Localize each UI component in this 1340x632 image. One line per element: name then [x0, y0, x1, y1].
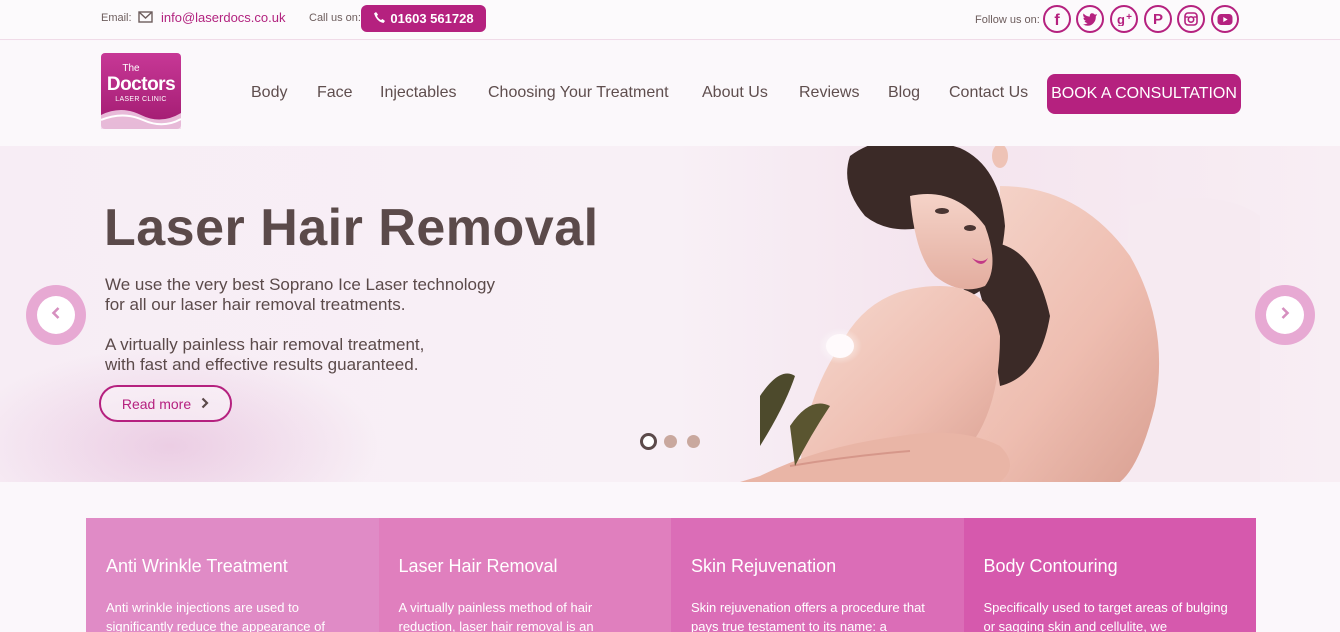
svg-text:g: g — [1117, 12, 1125, 26]
facebook-icon[interactable]: f — [1043, 5, 1071, 33]
phone-button[interactable]: 01603 561728 — [361, 5, 486, 32]
svg-text:+: + — [1126, 12, 1132, 23]
nav-about-us[interactable]: About Us — [702, 84, 768, 102]
chevron-right-icon — [201, 396, 209, 412]
chevron-left-icon — [51, 306, 61, 325]
service-card-body-contouring[interactable]: Body Contouring Specifically used to tar… — [963, 518, 1256, 632]
phone-number: 01603 561728 — [390, 11, 474, 26]
phone-icon — [373, 11, 386, 27]
card-text: A virtually painless method of hair redu… — [398, 600, 594, 632]
twitter-icon[interactable] — [1076, 5, 1104, 33]
slider-dot-1[interactable] — [640, 433, 657, 450]
slider-dot-3[interactable] — [687, 435, 700, 448]
book-consultation-button[interactable]: BOOK A CONSULTATION — [1047, 74, 1241, 114]
card-text: Anti wrinkle injections are used to sign… — [106, 600, 325, 632]
logo-line-1: The — [122, 63, 140, 74]
clinic-logo[interactable]: The Doctors LASER CLINIC — [100, 53, 182, 131]
mail-icon — [138, 10, 153, 28]
slider-dot-2[interactable] — [664, 435, 677, 448]
hero-title: Laser Hair Removal — [104, 199, 599, 257]
svg-text:f: f — [1054, 12, 1060, 27]
service-cards: Anti Wrinkle Treatment Anti wrinkle inje… — [86, 518, 1256, 632]
hero-photo — [740, 146, 1260, 482]
youtube-icon[interactable] — [1211, 5, 1239, 33]
pinterest-icon[interactable]: P — [1144, 5, 1172, 33]
email-link[interactable]: info@laserdocs.co.uk — [161, 10, 285, 25]
site-header: The Doctors LASER CLINIC Body Face Injec… — [0, 41, 1340, 146]
nav-body[interactable]: Body — [251, 84, 287, 102]
card-title: Anti Wrinkle Treatment — [106, 556, 288, 576]
chevron-right-icon — [1280, 306, 1290, 325]
follow-label: Follow us on: — [975, 14, 1040, 26]
service-card-laser-hair-removal[interactable]: Laser Hair Removal A virtually painless … — [378, 518, 671, 632]
card-text: Specifically used to target areas of bul… — [983, 600, 1228, 632]
card-title: Laser Hair Removal — [398, 556, 558, 576]
read-more-label: Read more — [121, 395, 192, 412]
instagram-icon[interactable] — [1177, 5, 1205, 33]
hero-slider: Laser Hair Removal We use the very best … — [0, 146, 1340, 482]
nav-contact-us[interactable]: Contact Us — [949, 84, 1028, 102]
card-title: Skin Rejuvenation — [691, 556, 837, 576]
card-title: Body Contouring — [983, 556, 1118, 576]
hero-text-line-4: with fast and effective results guarante… — [105, 355, 419, 374]
nav-choosing-treatment[interactable]: Choosing Your Treatment — [488, 84, 669, 102]
slider-prev-button[interactable] — [26, 285, 86, 345]
hero-text-line-2: for all our laser hair removal treatment… — [105, 295, 406, 314]
service-card-anti-wrinkle[interactable]: Anti Wrinkle Treatment Anti wrinkle inje… — [86, 518, 379, 632]
hero-text-line-3: A virtually painless hair removal treatm… — [105, 335, 425, 354]
nav-face[interactable]: Face — [317, 84, 353, 102]
read-more-button[interactable]: Read more — [99, 385, 232, 422]
hero-text-line-1: We use the very best Soprano Ice Laser t… — [105, 275, 495, 294]
top-bar: Email: info@laserdocs.co.uk Call us on: … — [0, 0, 1340, 40]
nav-blog[interactable]: Blog — [888, 84, 920, 102]
nav-injectables[interactable]: Injectables — [380, 84, 457, 102]
card-text: Skin rejuvenation offers a procedure tha… — [691, 600, 925, 632]
logo-line-2: Doctors — [106, 74, 176, 95]
svg-text:P: P — [1153, 11, 1163, 27]
call-label: Call us on: — [309, 12, 361, 24]
slider-next-button[interactable] — [1255, 285, 1315, 345]
service-card-skin-rejuvenation[interactable]: Skin Rejuvenation Skin rejuvenation offe… — [671, 518, 964, 632]
logo-line-3: LASER CLINIC — [115, 96, 167, 103]
email-label: Email: — [101, 12, 132, 24]
google-plus-icon[interactable]: g + — [1110, 5, 1138, 33]
nav-reviews[interactable]: Reviews — [799, 84, 859, 102]
